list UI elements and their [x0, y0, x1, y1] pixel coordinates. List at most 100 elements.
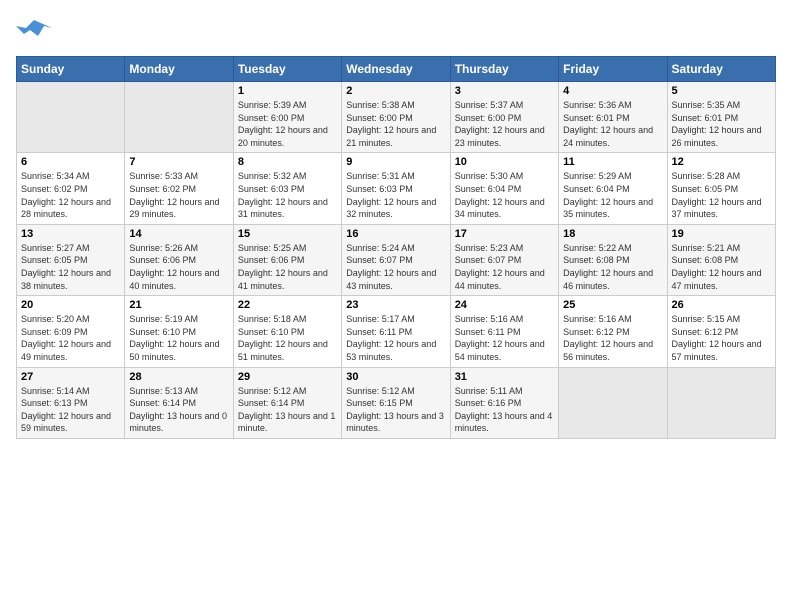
week-row-3: 13 Sunrise: 5:27 AMSunset: 6:05 PMDayligh… — [17, 224, 776, 295]
day-cell: 9Sunrise: 5:31 AMSunset: 6:03 PMDaylight… — [342, 153, 450, 224]
day-cell: 12 Sunrise: 5:28 AMSunset: 6:05 PMDayligh… — [667, 153, 775, 224]
day-cell: 22Sunrise: 5:18 AMSunset: 6:10 PMDayligh… — [233, 296, 341, 367]
day-cell: 7Sunrise: 5:33 AMSunset: 6:02 PMDaylight… — [125, 153, 233, 224]
day-cell: 1 Sunrise: 5:39 AMSunset: 6:00 PMDaylight… — [233, 82, 341, 153]
day-number: 8 — [238, 156, 337, 168]
header-cell-tuesday: Tuesday — [233, 57, 341, 82]
day-cell — [559, 367, 667, 438]
calendar-header: SundayMondayTuesdayWednesdayThursdayFrid… — [17, 57, 776, 82]
day-cell: 23 Sunrise: 5:17 AMSunset: 6:11 PMDayligh… — [342, 296, 450, 367]
day-info: Sunrise: 5:16 AMSunset: 6:11 PMDaylight:… — [455, 313, 554, 363]
logo — [16, 16, 56, 46]
day-cell — [125, 82, 233, 153]
header-cell-saturday: Saturday — [667, 57, 775, 82]
day-number: 3 — [455, 85, 554, 97]
day-cell: 25Sunrise: 5:16 AMSunset: 6:12 PMDayligh… — [559, 296, 667, 367]
day-cell: 19 Sunrise: 5:21 AMSunset: 6:08 PMDayligh… — [667, 224, 775, 295]
day-number: 22 — [238, 299, 337, 311]
day-info: Sunrise: 5:39 AMSunset: 6:00 PMDaylight:… — [238, 99, 337, 149]
header-cell-wednesday: Wednesday — [342, 57, 450, 82]
header-row: SundayMondayTuesdayWednesdayThursdayFrid… — [17, 57, 776, 82]
day-info: Sunrise: 5:38 AMSunset: 6:00 PMDaylight:… — [346, 99, 445, 149]
day-number: 12 — [672, 156, 771, 168]
day-info: Sunrise: 5:16 AMSunset: 6:12 PMDaylight:… — [563, 313, 662, 363]
day-number: 24 — [455, 299, 554, 311]
day-cell: 28 Sunrise: 5:13 AMSunset: 6:14 PMDayligh… — [125, 367, 233, 438]
day-info: Sunrise: 5:20 AMSunset: 6:09 PMDaylight:… — [21, 313, 120, 363]
header-cell-sunday: Sunday — [17, 57, 125, 82]
day-info: Sunrise: 5:25 AMSunset: 6:06 PMDaylight:… — [238, 242, 337, 292]
day-info: Sunrise: 5:34 AMSunset: 6:02 PMDaylight:… — [21, 170, 120, 220]
day-number: 11 — [563, 156, 662, 168]
day-cell: 4 Sunrise: 5:36 AMSunset: 6:01 PMDaylight… — [559, 82, 667, 153]
week-row-2: 6Sunrise: 5:34 AMSunset: 6:02 PMDaylight… — [17, 153, 776, 224]
day-cell: 18Sunrise: 5:22 AMSunset: 6:08 PMDayligh… — [559, 224, 667, 295]
day-cell: 20Sunrise: 5:20 AMSunset: 6:09 PMDayligh… — [17, 296, 125, 367]
day-info: Sunrise: 5:17 AMSunset: 6:11 PMDaylight:… — [346, 313, 445, 363]
header-cell-monday: Monday — [125, 57, 233, 82]
day-number: 15 — [238, 228, 337, 240]
day-info: Sunrise: 5:30 AMSunset: 6:04 PMDaylight:… — [455, 170, 554, 220]
day-info: Sunrise: 5:37 AMSunset: 6:00 PMDaylight:… — [455, 99, 554, 149]
calendar-body: 1 Sunrise: 5:39 AMSunset: 6:00 PMDaylight… — [17, 82, 776, 439]
week-row-5: 27Sunrise: 5:14 AMSunset: 6:13 PMDayligh… — [17, 367, 776, 438]
day-cell: 13 Sunrise: 5:27 AMSunset: 6:05 PMDayligh… — [17, 224, 125, 295]
day-cell: 16Sunrise: 5:24 AMSunset: 6:07 PMDayligh… — [342, 224, 450, 295]
day-number: 16 — [346, 228, 445, 240]
header-cell-thursday: Thursday — [450, 57, 558, 82]
day-cell — [17, 82, 125, 153]
day-cell: 5 Sunrise: 5:35 AMSunset: 6:01 PMDaylight… — [667, 82, 775, 153]
day-info: Sunrise: 5:36 AMSunset: 6:01 PMDaylight:… — [563, 99, 662, 149]
day-number: 10 — [455, 156, 554, 168]
day-info: Sunrise: 5:11 AMSunset: 6:16 PMDaylight:… — [455, 385, 554, 435]
day-info: Sunrise: 5:14 AMSunset: 6:13 PMDaylight:… — [21, 385, 120, 435]
day-number: 13 — [21, 228, 120, 240]
day-number: 14 — [129, 228, 228, 240]
day-cell: 2Sunrise: 5:38 AMSunset: 6:00 PMDaylight… — [342, 82, 450, 153]
day-info: Sunrise: 5:32 AMSunset: 6:03 PMDaylight:… — [238, 170, 337, 220]
day-info: Sunrise: 5:29 AMSunset: 6:04 PMDaylight:… — [563, 170, 662, 220]
day-number: 29 — [238, 371, 337, 383]
calendar-table: SundayMondayTuesdayWednesdayThursdayFrid… — [16, 56, 776, 439]
day-cell: 31 Sunrise: 5:11 AMSunset: 6:16 PMDayligh… — [450, 367, 558, 438]
week-row-4: 20Sunrise: 5:20 AMSunset: 6:09 PMDayligh… — [17, 296, 776, 367]
day-cell: 10 Sunrise: 5:30 AMSunset: 6:04 PMDayligh… — [450, 153, 558, 224]
day-info: Sunrise: 5:12 AMSunset: 6:14 PMDaylight:… — [238, 385, 337, 435]
day-cell: 27Sunrise: 5:14 AMSunset: 6:13 PMDayligh… — [17, 367, 125, 438]
day-info: Sunrise: 5:13 AMSunset: 6:14 PMDaylight:… — [129, 385, 228, 435]
day-number: 31 — [455, 371, 554, 383]
day-info: Sunrise: 5:26 AMSunset: 6:06 PMDaylight:… — [129, 242, 228, 292]
day-number: 17 — [455, 228, 554, 240]
day-info: Sunrise: 5:21 AMSunset: 6:08 PMDaylight:… — [672, 242, 771, 292]
day-cell: 24 Sunrise: 5:16 AMSunset: 6:11 PMDayligh… — [450, 296, 558, 367]
day-cell: 14 Sunrise: 5:26 AMSunset: 6:06 PMDayligh… — [125, 224, 233, 295]
day-cell: 3 Sunrise: 5:37 AMSunset: 6:00 PMDaylight… — [450, 82, 558, 153]
day-number: 28 — [129, 371, 228, 383]
day-cell: 11 Sunrise: 5:29 AMSunset: 6:04 PMDayligh… — [559, 153, 667, 224]
day-info: Sunrise: 5:31 AMSunset: 6:03 PMDaylight:… — [346, 170, 445, 220]
day-info: Sunrise: 5:35 AMSunset: 6:01 PMDaylight:… — [672, 99, 771, 149]
day-number: 1 — [238, 85, 337, 97]
day-cell: 15 Sunrise: 5:25 AMSunset: 6:06 PMDayligh… — [233, 224, 341, 295]
day-cell: 17 Sunrise: 5:23 AMSunset: 6:07 PMDayligh… — [450, 224, 558, 295]
day-number: 4 — [563, 85, 662, 97]
day-number: 26 — [672, 299, 771, 311]
day-info: Sunrise: 5:23 AMSunset: 6:07 PMDaylight:… — [455, 242, 554, 292]
day-number: 19 — [672, 228, 771, 240]
day-cell — [667, 367, 775, 438]
day-number: 23 — [346, 299, 445, 311]
day-cell: 29 Sunrise: 5:12 AMSunset: 6:14 PMDayligh… — [233, 367, 341, 438]
day-info: Sunrise: 5:28 AMSunset: 6:05 PMDaylight:… — [672, 170, 771, 220]
logo-icon — [16, 16, 52, 46]
day-info: Sunrise: 5:12 AMSunset: 6:15 PMDaylight:… — [346, 385, 445, 435]
day-info: Sunrise: 5:27 AMSunset: 6:05 PMDaylight:… — [21, 242, 120, 292]
day-cell: 30Sunrise: 5:12 AMSunset: 6:15 PMDayligh… — [342, 367, 450, 438]
week-row-1: 1 Sunrise: 5:39 AMSunset: 6:00 PMDaylight… — [17, 82, 776, 153]
day-number: 7 — [129, 156, 228, 168]
day-number: 21 — [129, 299, 228, 311]
day-cell: 6Sunrise: 5:34 AMSunset: 6:02 PMDaylight… — [17, 153, 125, 224]
day-info: Sunrise: 5:15 AMSunset: 6:12 PMDaylight:… — [672, 313, 771, 363]
day-cell: 26 Sunrise: 5:15 AMSunset: 6:12 PMDayligh… — [667, 296, 775, 367]
day-cell: 8 Sunrise: 5:32 AMSunset: 6:03 PMDaylight… — [233, 153, 341, 224]
day-number: 5 — [672, 85, 771, 97]
